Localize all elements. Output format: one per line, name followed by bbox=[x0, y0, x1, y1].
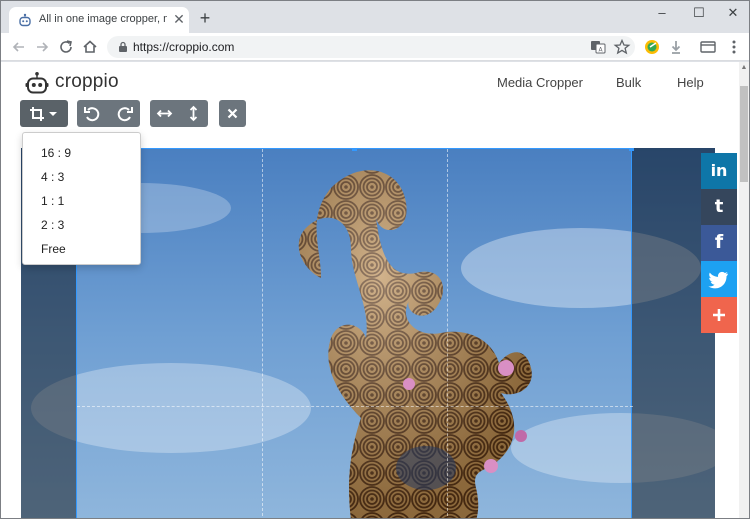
crop-box[interactable] bbox=[74, 148, 634, 518]
crop-grid-line bbox=[447, 149, 448, 518]
share-tumblr-button[interactable]: t bbox=[701, 189, 737, 225]
share-linkedin-button[interactable]: in bbox=[701, 153, 737, 189]
crop-grid-line bbox=[262, 149, 263, 518]
url-text: https://croppio.com bbox=[133, 40, 235, 54]
rotate-right-icon[interactable] bbox=[109, 100, 140, 127]
ratio-option-free[interactable]: Free bbox=[41, 242, 66, 256]
tab-close-icon[interactable]: ✕ bbox=[171, 11, 187, 27]
twitter-icon bbox=[708, 271, 728, 289]
share-twitter-button[interactable] bbox=[701, 261, 737, 297]
rotate-left-icon[interactable] bbox=[77, 100, 108, 127]
minimize-icon[interactable]: – bbox=[647, 3, 677, 23]
nav-media-cropper[interactable]: Media Cropper bbox=[497, 75, 583, 90]
nav-bulk[interactable]: Bulk bbox=[616, 75, 641, 90]
linkedin-icon: in bbox=[710, 161, 728, 180]
browser-toolbar: https://croppio.com A bbox=[1, 33, 749, 61]
clear-crop-icon[interactable] bbox=[219, 100, 246, 127]
address-bar[interactable]: https://croppio.com bbox=[107, 36, 635, 58]
browser-window: All in one image cropper, mp3 ✕ + – ☐ ✕ … bbox=[0, 0, 750, 519]
scroll-up-icon[interactable]: ▲ bbox=[739, 62, 749, 74]
web-page: croppio Media Cropper Bulk Help 16: 9 4… bbox=[1, 62, 749, 518]
tab-title: All in one image cropper, mp3 bbox=[39, 13, 167, 25]
crop-handle-n[interactable] bbox=[352, 148, 357, 151]
flip-group bbox=[150, 100, 208, 127]
social-share-bar: in t f bbox=[701, 153, 737, 333]
ratio-option-4-3[interactable]: 4 : 3 bbox=[41, 170, 64, 184]
aspect-ratio-group bbox=[20, 100, 68, 127]
browser-tab[interactable]: All in one image cropper, mp3 ✕ bbox=[9, 7, 189, 33]
tab-strip: All in one image cropper, mp3 ✕ + – ☐ ✕ bbox=[1, 1, 749, 33]
forward-icon[interactable] bbox=[32, 37, 52, 57]
ratio-option-2-3[interactable]: 2 : 3 bbox=[41, 218, 64, 232]
facebook-icon: f bbox=[714, 231, 724, 253]
window-close-icon[interactable]: ✕ bbox=[718, 3, 748, 23]
extension-icon[interactable] bbox=[643, 38, 661, 56]
brand-name[interactable]: croppio bbox=[55, 71, 119, 93]
plus-icon bbox=[713, 309, 725, 321]
flip-horizontal-icon[interactable] bbox=[150, 100, 179, 127]
croppio-logo-icon[interactable] bbox=[25, 71, 49, 95]
download-icon[interactable] bbox=[667, 38, 685, 56]
lock-icon bbox=[119, 41, 127, 52]
back-icon[interactable] bbox=[9, 37, 29, 57]
ratio-option-1-1[interactable]: 1 : 1 bbox=[41, 194, 64, 208]
cast-icon[interactable] bbox=[699, 38, 717, 56]
page-scrollbar[interactable]: ▲ bbox=[739, 62, 749, 518]
clear-group bbox=[219, 100, 246, 127]
reload-icon[interactable] bbox=[56, 37, 76, 57]
rotate-group bbox=[77, 100, 140, 127]
tumblr-icon: t bbox=[714, 196, 724, 217]
flip-vertical-icon[interactable] bbox=[179, 100, 208, 127]
maximize-icon[interactable]: ☐ bbox=[684, 3, 714, 23]
crop-ratio-dropdown-button[interactable] bbox=[20, 100, 68, 127]
share-facebook-button[interactable]: f bbox=[701, 225, 737, 261]
home-icon[interactable] bbox=[80, 37, 100, 57]
share-more-button[interactable] bbox=[701, 297, 737, 333]
new-tab-icon[interactable]: + bbox=[196, 9, 214, 27]
site-navbar: croppio Media Cropper Bulk Help bbox=[1, 62, 739, 104]
crop-grid-line bbox=[77, 406, 633, 407]
ratio-option-16-9[interactable]: 16 : 9 bbox=[41, 146, 71, 160]
scrollbar-thumb[interactable] bbox=[740, 86, 748, 182]
crop-handle-ne[interactable] bbox=[629, 148, 634, 151]
croppio-favicon-icon bbox=[19, 13, 31, 27]
menu-kebab-icon[interactable] bbox=[725, 38, 743, 56]
aspect-ratio-menu: 16 : 9 4 : 3 1 : 1 2 : 3 Free bbox=[22, 132, 141, 265]
translate-icon[interactable]: A bbox=[589, 38, 607, 56]
bookmark-star-icon[interactable] bbox=[613, 38, 631, 56]
nav-help[interactable]: Help bbox=[677, 75, 704, 90]
